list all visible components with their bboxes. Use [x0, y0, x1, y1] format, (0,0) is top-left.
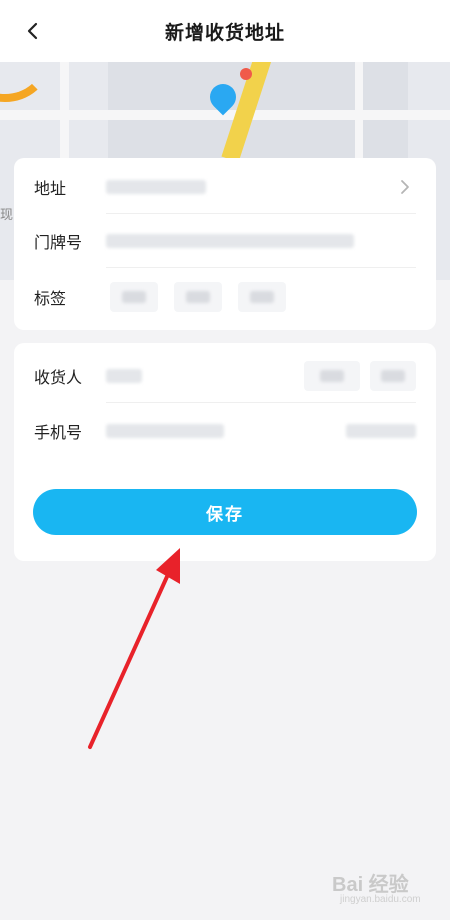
door-number-label: 门牌号	[34, 233, 83, 252]
tag-label: 标签	[34, 289, 67, 308]
tag-option[interactable]	[174, 282, 222, 312]
watermark-url: jingyan.baidu.com	[340, 894, 421, 905]
receiver-row: 收货人	[14, 349, 436, 403]
gender-option-text	[381, 370, 405, 382]
contacts-picker[interactable]	[346, 424, 416, 438]
tag-option[interactable]	[238, 282, 286, 312]
receiver-label: 收货人	[34, 368, 83, 387]
divider	[106, 402, 416, 403]
receiver-input[interactable]	[106, 369, 142, 383]
save-button[interactable]: 保存	[33, 489, 417, 535]
gender-option[interactable]	[370, 361, 416, 391]
phone-label: 手机号	[34, 423, 83, 442]
tag-option-text	[186, 291, 210, 303]
gender-option[interactable]	[304, 361, 360, 391]
tag-row: 标签	[14, 270, 436, 324]
tag-option-text	[250, 291, 274, 303]
tag-option[interactable]	[110, 282, 158, 312]
address-card: 地址 门牌号 标签	[14, 158, 436, 330]
contact-card: 收货人 手机号 保存	[14, 343, 436, 561]
door-number-input[interactable]	[106, 234, 354, 248]
tag-option-text	[122, 291, 146, 303]
watermark-logo: Bai 经验	[332, 874, 409, 896]
address-row[interactable]: 地址	[14, 160, 436, 214]
phone-input[interactable]	[106, 424, 224, 438]
divider	[106, 267, 416, 268]
door-number-row: 门牌号	[14, 214, 436, 268]
location-dot-icon	[240, 68, 252, 80]
page-title: 新增收货地址	[164, 21, 285, 44]
map-label: 现	[0, 208, 14, 223]
gender-option-text	[320, 370, 344, 382]
top-bar: 新增收货地址	[0, 0, 450, 62]
map-route	[0, 62, 50, 102]
back-button[interactable]	[18, 16, 48, 46]
chevron-left-icon	[27, 22, 38, 40]
phone-row: 手机号	[14, 404, 436, 458]
red-arrow-icon	[88, 548, 180, 749]
chevron-right-icon[interactable]	[396, 178, 414, 196]
address-value	[106, 180, 206, 194]
address-label: 地址	[34, 179, 67, 198]
